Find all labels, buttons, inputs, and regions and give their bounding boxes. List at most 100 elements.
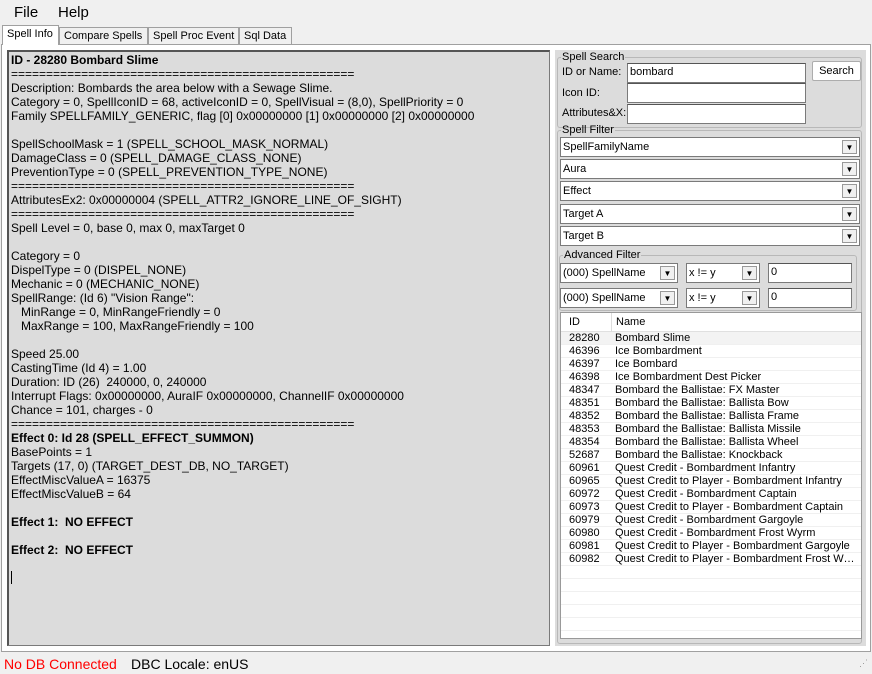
menu-help[interactable]: Help (58, 4, 89, 21)
empty-row (561, 566, 861, 579)
text-cursor (11, 571, 12, 584)
info-line: Category = 0 (11, 249, 81, 263)
advanced-value-input[interactable]: 0 (768, 288, 852, 308)
filter-select[interactable]: Target B ▼ (560, 226, 860, 246)
spell-id: 48353 (569, 423, 600, 435)
advanced-field-select[interactable]: (000) SpellName ▼ (560, 288, 678, 308)
list-item[interactable]: 52687 Bombard the Ballistae: Knockback (561, 449, 861, 462)
spell-id: 48351 (569, 397, 600, 409)
spell-filter-legend: Spell Filter (562, 124, 614, 136)
empty-row (561, 618, 861, 631)
db-status: No DB Connected (4, 656, 117, 672)
dropdown-arrow-icon[interactable]: ▼ (742, 291, 757, 305)
column-header-id[interactable]: ID (569, 316, 580, 328)
spell-id: 60980 (569, 527, 600, 539)
spell-name: Quest Credit to Player - Bombardment Inf… (615, 475, 842, 487)
advanced-operator-select[interactable]: x != y ▼ (686, 288, 760, 308)
list-item[interactable]: 28280 Bombard Slime (561, 332, 861, 345)
dropdown-arrow-icon[interactable]: ▼ (842, 140, 857, 154)
info-line: Speed 25.00 (11, 347, 80, 361)
info-line: EffectMiscValueB = 64 (11, 487, 131, 501)
status-bar: No DB Connected DBC Locale: enUS ⋰ (0, 654, 872, 674)
spell-id: 60965 (569, 475, 600, 487)
search-button[interactable]: Search (812, 61, 861, 81)
list-item[interactable]: 46396 Ice Bombardment (561, 345, 861, 358)
spell-name: Quest Credit to Player - Bombardment Gar… (615, 540, 850, 552)
list-item[interactable]: 48351 Bombard the Ballistae: Ballista Bow (561, 397, 861, 410)
list-item[interactable]: 60982 Quest Credit to Player - Bombardmen… (561, 553, 861, 566)
spell-name: Ice Bombardment (615, 345, 702, 357)
results-header: ID Name (561, 313, 861, 332)
dropdown-arrow-icon[interactable]: ▼ (842, 184, 857, 198)
list-item[interactable]: 60965 Quest Credit to Player - Bombardmen… (561, 475, 861, 488)
menu-file[interactable]: File (14, 4, 38, 21)
list-item[interactable]: 60973 Quest Credit to Player - Bombardmen… (561, 501, 861, 514)
icon-id-label: Icon ID: (562, 87, 600, 99)
spell-info-text[interactable]: ID - 28280 Bombard Slime ================… (7, 50, 550, 646)
spell-name: Quest Credit - Bombardment Frost Wyrm (615, 527, 816, 539)
spell-id: 60979 (569, 514, 600, 526)
info-line: SpellSchoolMask = 1 (SPELL_SCHOOL_MASK_N… (11, 137, 329, 151)
list-item[interactable]: 60981 Quest Credit to Player - Bombardmen… (561, 540, 861, 553)
advanced-field-select[interactable]: (000) SpellName ▼ (560, 263, 678, 283)
advanced-value-input[interactable]: 0 (768, 263, 852, 283)
empty-row (561, 592, 861, 605)
spell-name: Ice Bombard (615, 358, 678, 370)
icon-id-input[interactable] (627, 83, 806, 103)
filter-select[interactable]: Target A ▼ (560, 204, 860, 224)
spell-id: 60961 (569, 462, 600, 474)
list-item[interactable]: 60980 Quest Credit - Bombardment Frost Wy… (561, 527, 861, 540)
list-item[interactable]: 60961 Quest Credit - Bombardment Infantry (561, 462, 861, 475)
spell-name: Bombard the Ballistae: Ballista Bow (615, 397, 789, 409)
filter-select[interactable]: Effect ▼ (560, 181, 860, 201)
resize-grip-icon[interactable]: ⋰ (859, 658, 868, 669)
filter-select[interactable]: SpellFamilyName ▼ (560, 137, 860, 157)
results-list[interactable]: ID Name 28280 Bombard Slime 46396 Ice Bomba… (560, 312, 862, 639)
list-item[interactable]: 46397 Ice Bombard (561, 358, 861, 371)
tab-spell-info[interactable]: Spell Info (2, 25, 59, 45)
info-line: Effect 1: NO EFFECT (11, 515, 134, 529)
attributes-input[interactable] (627, 104, 806, 124)
spell-id: 28280 (569, 332, 600, 344)
info-line: DamageClass = 0 (SPELL_DAMAGE_CLASS_NONE… (11, 151, 302, 165)
advanced-filter-legend: Advanced Filter (564, 249, 641, 261)
dropdown-arrow-icon[interactable]: ▼ (660, 291, 675, 305)
info-line: Effect 0: Id 28 (SPELL_EFFECT_SUMMON) (11, 431, 254, 445)
info-line: Category = 0, SpellIconID = 68, activeIc… (11, 95, 464, 109)
dropdown-arrow-icon[interactable]: ▼ (660, 266, 675, 280)
select-value: x != y (689, 267, 716, 279)
tab-spell-proc-event[interactable]: Spell Proc Event (148, 27, 239, 44)
list-item[interactable]: 46398 Ice Bombardment Dest Picker (561, 371, 861, 384)
dropdown-arrow-icon[interactable]: ▼ (842, 162, 857, 176)
select-value: Effect (563, 185, 591, 197)
list-item[interactable]: 60972 Quest Credit - Bombardment Captain (561, 488, 861, 501)
id-or-name-input[interactable]: bombard (627, 63, 806, 83)
dropdown-arrow-icon[interactable]: ▼ (842, 207, 857, 221)
spell-name: Bombard the Ballistae: Knockback (615, 449, 783, 461)
column-header-name[interactable]: Name (616, 316, 645, 328)
spell-search-legend: Spell Search (562, 51, 625, 63)
list-item[interactable]: 48347 Bombard the Ballistae: FX Master (561, 384, 861, 397)
list-item[interactable]: 48353 Bombard the Ballistae: Ballista Mis… (561, 423, 861, 436)
spell-id: 60981 (569, 540, 600, 552)
info-line (11, 333, 547, 347)
tab-sql-data[interactable]: Sql Data (239, 27, 292, 44)
info-line (11, 501, 547, 515)
filter-select[interactable]: Aura ▼ (560, 159, 860, 179)
info-line: MinRange = 0, MinRangeFriendly = 0 (11, 305, 221, 319)
info-line: Effect 2: NO EFFECT (11, 543, 134, 557)
dropdown-arrow-icon[interactable]: ▼ (842, 229, 857, 243)
list-item[interactable]: 48354 Bombard the Ballistae: Ballista Whe… (561, 436, 861, 449)
list-item[interactable]: 48352 Bombard the Ballistae: Ballista Fra… (561, 410, 861, 423)
spell-id: 46397 (569, 358, 600, 370)
spell-id: 46396 (569, 345, 600, 357)
select-value: (000) SpellName (563, 292, 646, 304)
tab-compare-spells[interactable]: Compare Spells (59, 27, 148, 44)
dropdown-arrow-icon[interactable]: ▼ (742, 266, 757, 280)
info-line: DispelType = 0 (DISPEL_NONE) (11, 263, 187, 277)
spell-name: Quest Credit to Player - Bombardment Fro… (615, 553, 859, 565)
advanced-operator-select[interactable]: x != y ▼ (686, 263, 760, 283)
select-value: Aura (563, 163, 587, 175)
list-item[interactable]: 60979 Quest Credit - Bombardment Gargoyle (561, 514, 861, 527)
info-line: EffectMiscValueA = 16375 (11, 473, 151, 487)
